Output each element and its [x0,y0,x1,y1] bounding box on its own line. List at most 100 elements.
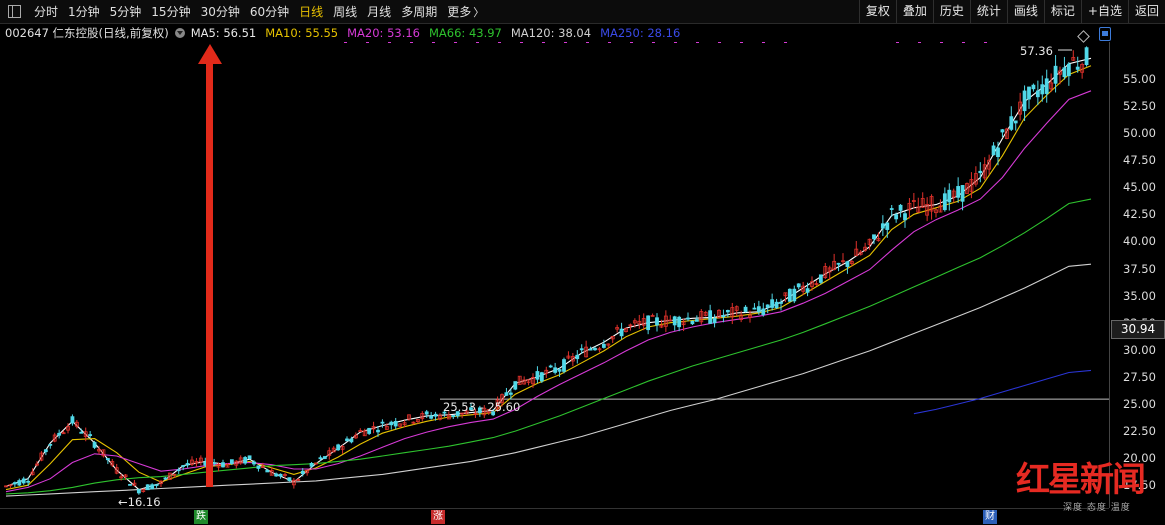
period-tab-1min[interactable]: 1分钟 [63,3,105,20]
low-arrow-icon: ← [118,495,128,509]
chevron-right-icon: 〉 [473,6,485,19]
candle-body [796,283,801,288]
finance-marker[interactable]: 财 [983,510,997,524]
current-price-tag: 30.94 [1111,320,1165,339]
ma10-value: MA10: 55.55 [265,26,339,40]
candle-body [978,170,983,174]
candle-body [256,465,261,469]
candle-body [21,478,26,484]
candle-body [12,482,17,485]
candle-body [756,306,761,313]
candle-body [136,489,141,494]
candle-body [278,473,283,477]
period-tab-30min[interactable]: 30分钟 [196,3,245,20]
candle-body [243,457,248,464]
down-marker[interactable]: 跌 [194,510,208,524]
dropdown-icon[interactable] [174,28,185,38]
axis-tick-label: 35.00 [1123,288,1156,303]
history-button[interactable]: 历史 [932,0,970,23]
watermark-subtitle: 深度 态度 温度 [1063,503,1131,513]
annotation-arrow-shaft [206,62,213,487]
period-tab-monthly[interactable]: 月线 [362,3,396,20]
candle-body [694,319,699,322]
candle-body [43,449,48,453]
period-tab-15min[interactable]: 15分钟 [146,3,195,20]
ma-line-ma250 [913,369,1092,415]
axis-tick-label: 42.50 [1123,207,1156,222]
candle-body [274,473,279,477]
signal-dot [652,42,655,43]
signal-dot [918,42,921,43]
ma-line-ma66 [5,198,1092,495]
candle-body [1013,120,1018,124]
candle-body [894,214,899,220]
candle-body [300,470,305,475]
candle-body [1022,90,1027,112]
period-tab-multi[interactable]: 多周期 [396,3,442,20]
candle-body [79,431,84,434]
signal-dot [564,42,567,43]
signal-dot [896,42,899,43]
candle-body [1084,47,1089,66]
candle-body [1035,90,1040,98]
candle-body [677,316,682,328]
candle-body [1040,84,1045,95]
candle-body [1062,67,1067,78]
adjust-button[interactable]: 复权 [858,0,896,23]
candle-body [872,234,876,240]
ma-line-ma20 [5,90,1092,493]
candle-body [380,421,385,424]
candle-body [1075,66,1080,70]
overlay-button[interactable]: 叠加 [895,0,933,23]
axis-tick-label: 37.50 [1123,261,1156,276]
panel-icon[interactable] [1099,27,1111,41]
ma120-value: MA120: 38.04 [510,26,592,40]
ma5-value: MA5: 56.51 [190,26,257,40]
add-watchlist-button[interactable]: +自选 [1080,0,1128,23]
candle-body [761,308,766,315]
period-tab-5min[interactable]: 5分钟 [105,3,147,20]
candle-body [128,483,132,486]
period-tab-daily[interactable]: 日线 [294,3,328,20]
kline-chart[interactable] [0,42,1109,508]
candle-body [765,304,770,308]
mark-button[interactable]: 标记 [1043,0,1081,23]
candle-body [57,432,62,436]
candle-body [646,315,651,331]
draw-line-button[interactable]: 画线 [1006,0,1044,23]
candle-body [991,145,996,156]
stock-title: 002647 仁东控股(日线,前复权) [5,26,169,40]
candle-body [845,261,850,267]
period-tab-more[interactable]: 更多〉 [442,3,489,20]
period-tab-weekly[interactable]: 周线 [328,3,362,20]
axis-tick-label: 27.50 [1123,369,1156,384]
range-label: 25.53 - 25.60 [443,400,521,414]
watermark-title: 红星新闻 [1016,460,1146,500]
up-marker[interactable]: 涨 [431,510,445,524]
candle-body [960,185,965,202]
period-tab-60min[interactable]: 60分钟 [245,3,294,20]
candle-body [743,306,748,312]
candle-body [1031,84,1036,90]
signal-dot [432,42,435,43]
candle-body [26,480,31,483]
layout-toggle-icon[interactable] [8,5,21,18]
date-strip [0,508,1109,525]
candle-body [181,465,186,467]
signal-dot [962,42,965,43]
back-button[interactable]: 返回 [1127,0,1165,23]
candle-body [942,193,947,211]
candle-body [318,457,323,460]
candle-body [451,415,456,418]
ma-line-ma10 [5,65,1092,491]
signal-dot [476,42,479,43]
signal-dot [718,42,721,43]
candle-body [433,413,438,417]
signal-dot [630,42,633,43]
signal-dot [608,42,611,43]
statistics-button[interactable]: 统计 [969,0,1007,23]
candle-body [588,348,593,351]
axis-tick-label: 22.50 [1123,424,1156,439]
ma250-value: MA250: 28.16 [600,26,681,40]
period-tab-fenshi[interactable]: 分时 [29,3,63,20]
